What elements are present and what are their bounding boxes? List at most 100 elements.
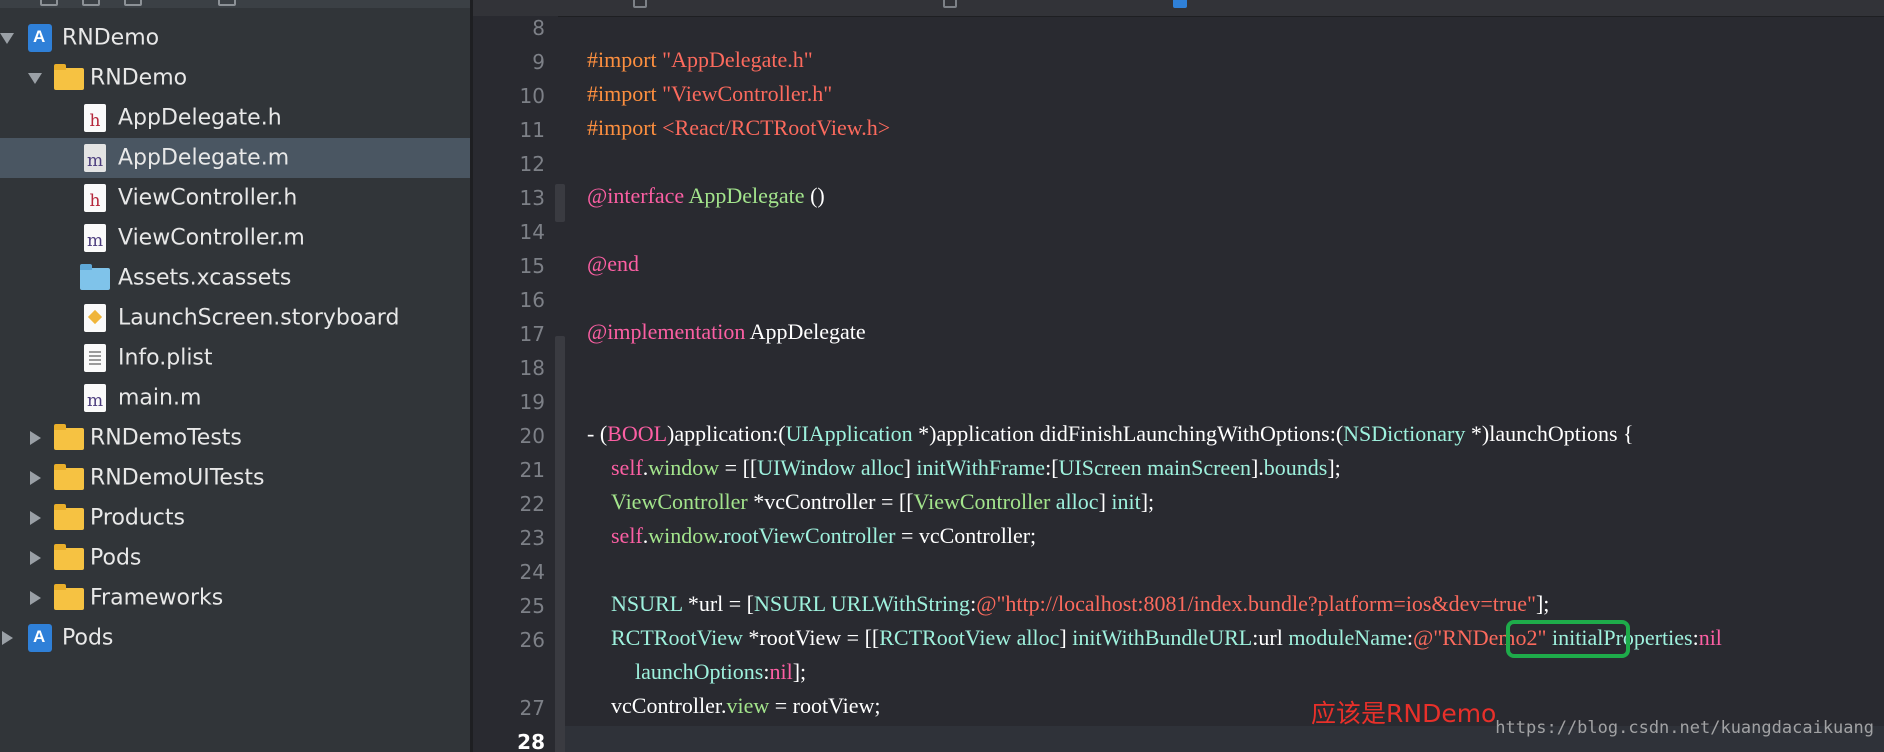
tree-item-label: AppDelegate.m [118,145,290,171]
token: alloc [1011,625,1060,650]
code-line-22[interactable]: ViewController *vcController = [[ViewCon… [611,489,1154,515]
token: ]; [1140,489,1155,514]
tree-item-file[interactable]: h AppDelegate.h [0,98,470,138]
tree-item-label: Assets.xcassets [118,265,292,291]
line-number: 11 [519,118,545,142]
token: ViewController [913,489,1051,514]
tree-item-file[interactable]: Info.plist [0,338,470,378]
line-number: 21 [519,458,545,482]
tree-item-label: LaunchScreen.storyboard [118,305,400,331]
tree-item-file[interactable]: m main.m [0,378,470,418]
line-number: 17 [519,322,545,346]
line-number: 27 [519,696,545,720]
tree-item-label: RNDemo [90,65,188,91]
tree-item-file[interactable]: Assets.xcassets [0,258,470,298]
folder-icon[interactable] [943,0,957,8]
code-line-9[interactable]: #import "AppDelegate.h" [587,47,813,73]
tree-item-file-selected[interactable]: m AppDelegate.m [0,138,470,178]
code-line-17[interactable]: @implementation AppDelegate [587,319,866,345]
disclosure-open-icon[interactable] [28,73,42,84]
tree-item-group[interactable]: RNDemoUITests [0,458,470,498]
token: init [1111,489,1141,514]
code-line-26-wrap[interactable]: launchOptions:nil]; [635,659,806,685]
folder-tab-icon[interactable] [40,0,58,6]
code-line-25[interactable]: NSURL *url = [NSURL URLWithString:@"http… [611,591,1549,617]
token: @interface [587,183,685,208]
token: ]. [1250,455,1264,480]
token: mainScreen [1141,455,1251,480]
tree-item-group[interactable]: Frameworks [0,578,470,618]
code-line-13[interactable]: @interface AppDelegate () [587,183,825,209]
tree-item-group[interactable]: Pods [0,538,470,578]
folder-icon [54,464,84,490]
folder-icon [54,424,84,450]
token: "ViewController.h" [662,81,833,106]
line-number: 24 [519,560,545,584]
project-icon[interactable] [1173,0,1187,8]
token: *url = [ [682,591,754,616]
tree-item-file[interactable]: LaunchScreen.storyboard [0,298,470,338]
tree-item-project[interactable]: RNDemo [0,18,470,58]
token: () [804,183,825,208]
token: = rootView; [769,693,881,718]
tree-item-project[interactable]: Pods [0,618,470,658]
disclosure-closed-icon[interactable] [2,631,13,645]
disclosure-closed-icon[interactable] [30,591,41,605]
symbol-tab-icon[interactable] [124,0,142,6]
token: vcController. [611,693,727,718]
disclosure-closed-icon[interactable] [30,471,41,485]
token: self [611,523,643,548]
token: ] [903,455,917,480]
disclosure-closed-icon[interactable] [30,431,41,445]
tree-item-file[interactable]: h ViewController.h [0,178,470,218]
tree-item-label: main.m [118,385,202,411]
code-line-20[interactable]: - (BOOL)application:(UIApplication *)app… [587,421,1634,447]
code-line-23[interactable]: self.window.rootViewController = vcContr… [611,523,1036,549]
fold-ribbon[interactable] [555,184,565,222]
tree-item-file[interactable]: m ViewController.m [0,218,470,258]
tree-item-group[interactable]: Products [0,498,470,538]
token: AppDelegate [684,183,805,208]
token: RCTRootView [879,625,1012,650]
fold-ribbon[interactable] [555,336,565,752]
code-line-10[interactable]: #import "ViewController.h" [587,81,832,107]
asset-catalog-icon [80,264,110,290]
code-line-15[interactable]: @end [587,251,639,277]
file-icon[interactable] [633,0,647,8]
token: ]; [1327,455,1341,480]
token: ] [1098,489,1112,514]
token: *rootView = [[ [742,625,880,650]
tree-item-group[interactable]: RNDemoTests [0,418,470,458]
line-number: 16 [519,288,545,312]
annotation-highlight-box [1506,620,1630,658]
token: #import [587,115,663,140]
implementation-file-icon: m [84,384,106,412]
token: initWithBundleURL [1072,625,1253,650]
issue-tab-icon[interactable] [218,0,236,6]
folder-icon [54,584,84,610]
code-line-11[interactable]: #import <React/RCTRootView.h> [587,115,890,141]
line-number: 15 [519,254,545,278]
code-line-21[interactable]: self.window = [[UIWindow alloc] initWith… [611,455,1341,481]
token: <React/RCTRootView.h> [662,115,891,140]
line-number: 13 [519,186,545,210]
source-editor[interactable]: 8 9 10 11 12 13 14 15 16 17 18 19 20 21 … [473,0,1884,752]
annotation-note: 应该是RNDemo [1311,699,1497,728]
token: window [648,523,718,548]
source-control-tab-icon[interactable] [82,0,100,6]
code-line-27[interactable]: vcController.view = rootView; [611,693,881,719]
tree-item-label: Products [90,505,185,531]
disclosure-closed-icon[interactable] [30,511,41,525]
token: URLWithString [825,591,971,616]
token: view [726,693,770,718]
token: ViewController [611,489,748,514]
line-number: 14 [519,220,545,244]
disclosure-closed-icon[interactable] [30,551,41,565]
token: BOOL [607,421,668,446]
token: UIApplication [785,421,913,446]
tree-item-label: AppDelegate.h [118,105,282,131]
line-number: 19 [519,390,545,414]
disclosure-open-icon[interactable] [0,33,14,44]
token: ] [1059,625,1073,650]
tree-item-group[interactable]: RNDemo [0,58,470,98]
